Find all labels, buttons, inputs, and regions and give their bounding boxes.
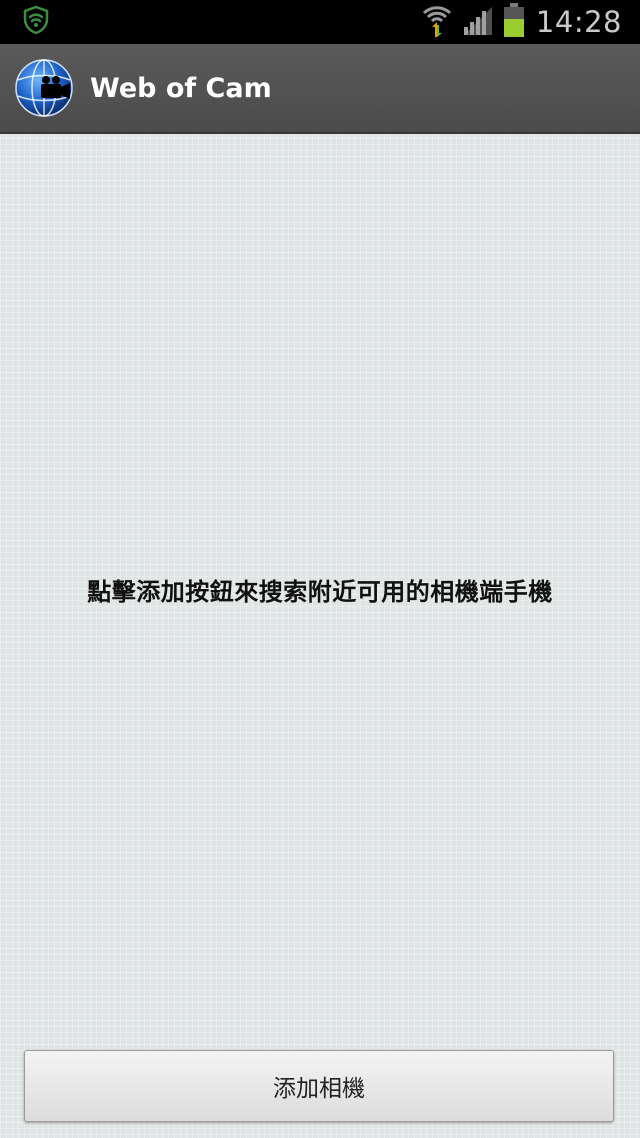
battery-icon [502, 3, 526, 41]
action-bar: Web of Cam [0, 44, 640, 134]
status-right: 14:28 [422, 3, 640, 41]
camera-globe-icon[interactable] [14, 58, 74, 118]
screen: 14:28 Web of Cam 點擊添加按鈕來搜索附近可用的相機端手機 添加相… [0, 0, 640, 1138]
status-left [0, 5, 50, 39]
add-camera-button[interactable]: 添加相機 [24, 1050, 614, 1122]
signal-icon [462, 5, 492, 39]
app-title: Web of Cam [90, 72, 272, 104]
shield-icon [22, 5, 50, 39]
status-bar: 14:28 [0, 0, 640, 44]
empty-state-message: 點擊添加按鈕來搜索附近可用的相機端手機 [87, 578, 553, 606]
status-time: 14:28 [535, 5, 622, 39]
wifi-icon [422, 3, 452, 41]
